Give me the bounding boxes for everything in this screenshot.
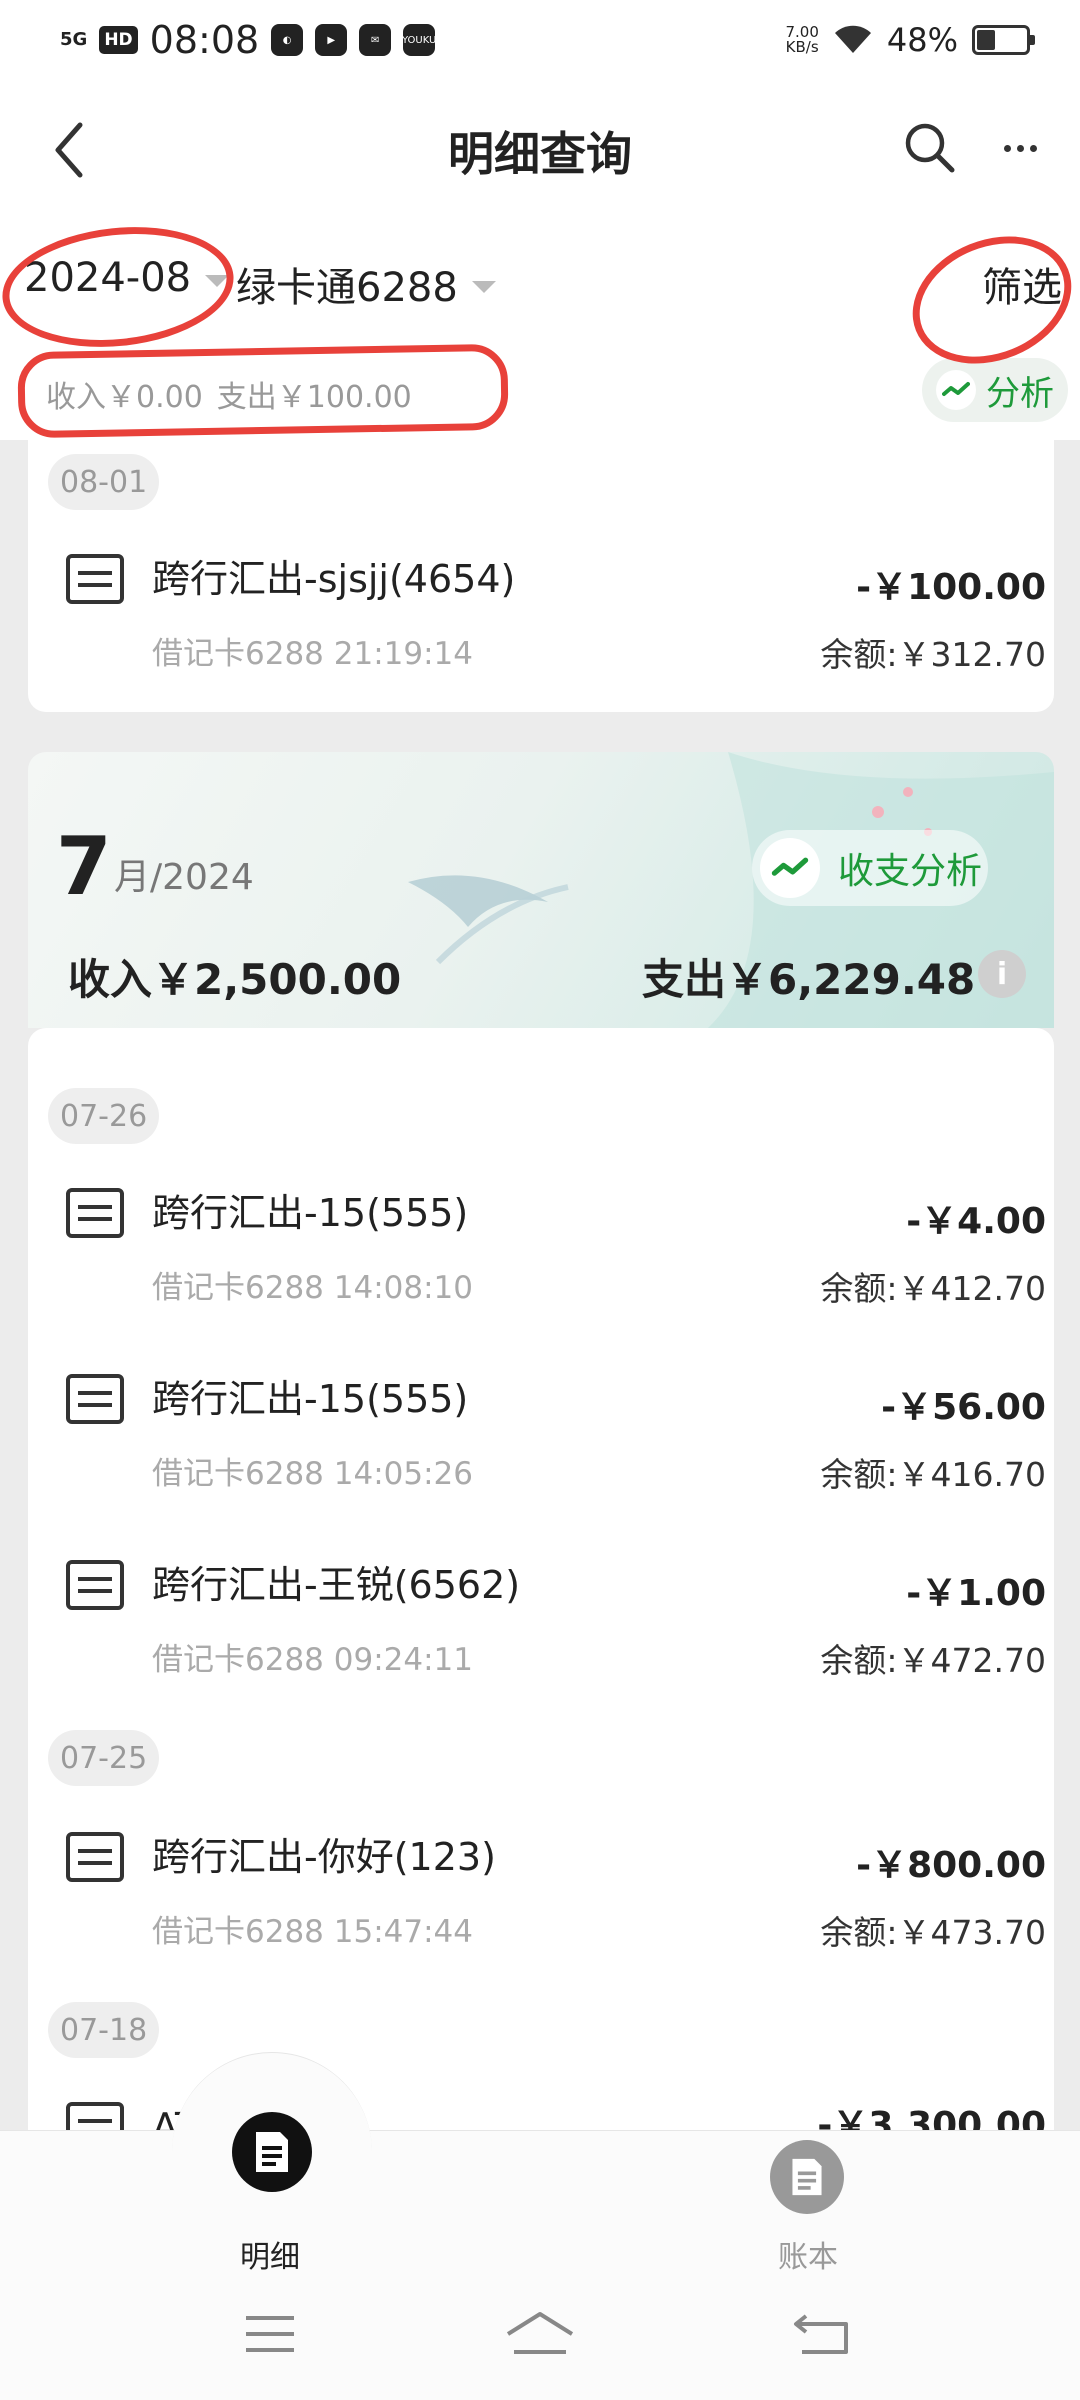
aug-transaction-card: 08-01 跨行汇出-sjsjj(4654) 借记卡6288 21:19:14 …: [28, 440, 1054, 712]
more-dot-icon: [1029, 144, 1037, 152]
date-chip: 07-26: [48, 1088, 160, 1144]
ledger-icon: [792, 2158, 822, 2196]
date-chip: 07-25: [48, 1730, 160, 1786]
income-expense-analysis-label: 收支分析: [838, 851, 983, 892]
transaction-row[interactable]: 跨行汇出-你好(123) 借记卡6288 15:47:44 -￥800.00 余…: [28, 1826, 1060, 1986]
notification-icon: ◐: [271, 24, 304, 56]
transaction-meta: 借记卡6288 14:08:10: [152, 1270, 473, 1306]
analysis-label: 分析: [986, 373, 1054, 414]
date-chip: 07-18: [48, 2002, 160, 2058]
month-income-total: 收入￥2,500.00: [68, 955, 402, 1004]
date-chip: 08-01: [48, 454, 160, 510]
analysis-button[interactable]: 分析: [922, 358, 1068, 422]
transaction-balance: 余额:￥416.70: [820, 1455, 1046, 1494]
card-selector[interactable]: 绿卡通6288: [236, 255, 496, 313]
dropdown-caret-icon: [471, 281, 496, 293]
transaction-row[interactable]: 跨行汇出-15(555) 借记卡6288 14:05:26 -￥56.00 余额…: [28, 1368, 1060, 1528]
wifi-icon: [834, 25, 871, 53]
trend-icon: [760, 838, 820, 898]
search-button[interactable]: [900, 118, 960, 178]
video-app-icon: ▶: [315, 24, 348, 56]
menu-icon[interactable]: [242, 2310, 298, 2358]
transaction-amount: -￥1.00: [906, 1573, 1046, 1614]
bottom-nav: [0, 2130, 1080, 2270]
month-expense-total: 支出￥6,229.48: [642, 955, 976, 1004]
nav-ledger-button[interactable]: [770, 2140, 844, 2214]
battery-icon: [972, 25, 1035, 55]
transfer-icon: [66, 1374, 124, 1424]
net-speed-unit: KB/s: [785, 38, 819, 56]
transfer-icon: [66, 1832, 124, 1882]
transaction-balance: 余额:￥472.70: [820, 1641, 1046, 1680]
transaction-amount: -￥4.00: [906, 1201, 1046, 1242]
status-bar-right: 7.00 KB/s 48%: [785, 18, 1035, 62]
transaction-amount: -￥3,300.00: [817, 2105, 1046, 2130]
transfer-icon: [66, 1560, 124, 1610]
more-dot-icon: [1003, 144, 1011, 152]
summary-expense: 支出￥100.00: [216, 380, 412, 415]
info-icon[interactable]: i: [978, 950, 1026, 998]
clock: 08:08: [149, 18, 260, 62]
banner-year: 月/2024: [114, 857, 254, 898]
transaction-meta: 借记卡6288 21:19:14: [152, 636, 473, 672]
transaction-meta: 借记卡6288 15:47:44: [152, 1914, 473, 1950]
transaction-meta: 借记卡6288 09:24:11: [152, 1642, 473, 1678]
status-bar-left: 5G HD 08:08 ◐ ▶ ✉ YOUKU: [60, 18, 436, 62]
more-dot-icon: [1016, 144, 1024, 152]
hd-badge: HD: [99, 26, 138, 54]
transaction-name: 跨行汇出-sjsjj(4654): [152, 557, 516, 601]
month-selector[interactable]: 2024-08: [24, 255, 230, 301]
dropdown-caret-icon: [205, 275, 230, 287]
transaction-balance: 余额:￥412.70: [820, 1269, 1046, 1308]
transaction-balance: 余额:￥312.70: [820, 635, 1046, 674]
document-icon: [256, 2132, 288, 2172]
search-icon: [905, 123, 955, 173]
month-value: 2024-08: [24, 255, 192, 301]
banner-month: 7: [56, 820, 112, 913]
card-value: 绿卡通6288: [236, 265, 458, 311]
atm-icon: [66, 2102, 124, 2130]
transaction-name: 跨行汇出-15(555): [152, 1191, 469, 1235]
system-nav-bar: [0, 2270, 1080, 2400]
mail-app-icon: ✉: [359, 24, 392, 56]
network-indicator: 5G: [60, 29, 88, 50]
home-icon[interactable]: [504, 2310, 576, 2358]
transaction-amount: -￥100.00: [856, 567, 1046, 608]
july-transaction-card: 07-26 跨行汇出-15(555) 借记卡6288 14:08:10 -￥4.…: [28, 1028, 1054, 2130]
filter-button[interactable]: 筛选: [982, 255, 1062, 313]
back-nav-icon[interactable]: [792, 2310, 852, 2358]
transaction-row[interactable]: 跨行汇出-15(555) 借记卡6288 14:08:10 -￥4.00 余额:…: [28, 1182, 1060, 1342]
transaction-amount: -￥56.00: [881, 1387, 1046, 1428]
transfer-icon: [66, 1188, 124, 1238]
transaction-name: 跨行汇出-15(555): [152, 1377, 469, 1421]
battery-percent: 48%: [886, 21, 958, 59]
more-button[interactable]: [990, 118, 1050, 178]
transaction-name: 跨行汇出-你好(123): [152, 1835, 496, 1879]
transaction-balance: 余额:￥473.70: [820, 1913, 1046, 1952]
transaction-row[interactable]: 跨行汇出-sjsjj(4654) 借记卡6288 21:19:14 -￥100.…: [28, 548, 1060, 708]
summary-income: 收入￥0.00: [46, 380, 203, 415]
transaction-name: 跨行汇出-王锐(6562): [152, 1563, 521, 1607]
transaction-row[interactable]: 跨行汇出-王锐(6562) 借记卡6288 09:24:11 -￥1.00 余额…: [28, 1554, 1060, 1714]
transaction-meta: 借记卡6288 14:05:26: [152, 1456, 473, 1492]
nav-detail-button[interactable]: [232, 2112, 312, 2192]
income-expense-analysis-button[interactable]: 收支分析: [752, 830, 988, 906]
trend-icon: [936, 370, 976, 410]
transaction-amount: -￥800.00: [856, 1845, 1046, 1886]
net-speed: 7.00 KB/s: [785, 25, 818, 55]
month-summary: 收入￥0.00 支出￥100.00: [46, 372, 412, 416]
transfer-icon: [66, 554, 124, 604]
youku-app-icon: YOUKU: [402, 24, 436, 56]
